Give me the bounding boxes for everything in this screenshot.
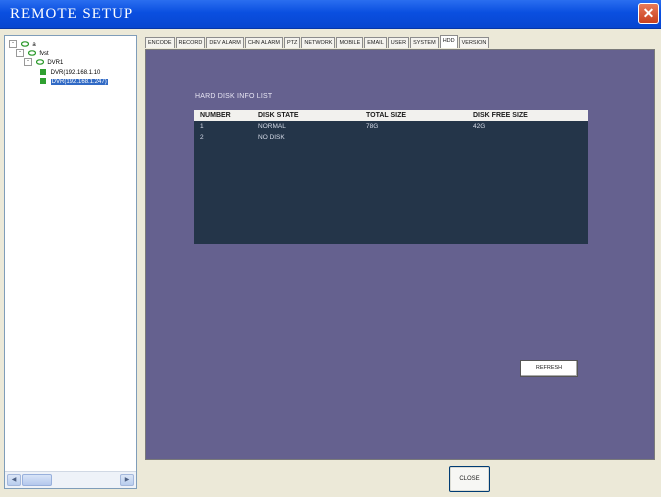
tree-node-label: DVR(192.168.1.247) (50, 79, 108, 85)
hdd-info-table: NUMBER DISK STATE TOTAL SIZE DISK FREE S… (194, 110, 588, 244)
table-row[interactable]: 1 NORMAL 78G 42G (194, 122, 588, 132)
column-header-total-size[interactable]: TOTAL SIZE (366, 110, 406, 121)
close-button[interactable]: CLOSE (449, 466, 490, 492)
scroll-right-icon[interactable]: ▶ (120, 474, 134, 486)
cell-disk-state: NORMAL (258, 123, 286, 130)
cell-number: 1 (200, 123, 204, 130)
tab-chn-alarm[interactable]: CHN ALARM (244, 37, 283, 48)
collapse-icon[interactable]: - (16, 49, 24, 58)
column-header-disk-state[interactable]: DISK STATE (258, 110, 299, 121)
cell-disk-free-size: 42G (473, 123, 486, 130)
tree-node-dvr-192-168-1-247[interactable]: DVR(192.168.1.247) (40, 77, 108, 87)
tree-node-dvr1[interactable]: - DVR1 (24, 58, 63, 68)
column-header-number[interactable]: NUMBER (200, 110, 231, 121)
tab-encode[interactable]: ENCODE (145, 37, 175, 48)
tab-network[interactable]: NETWORK (301, 37, 336, 48)
scroll-thumb[interactable] (22, 474, 52, 486)
group-node-icon (20, 41, 29, 48)
tab-system[interactable]: SYSTEM (410, 37, 439, 48)
tree-node-label: DVR(192.168.1.10 (50, 70, 101, 76)
tab-version[interactable]: VERSION (458, 37, 490, 48)
cell-total-size: 78G (366, 123, 379, 130)
table-row[interactable]: 2 NO DISK (194, 133, 588, 143)
group-node-icon (27, 50, 36, 57)
tab-dev-alarm[interactable]: DEV ALARM (206, 37, 244, 48)
group-node-icon (35, 59, 44, 66)
tab-ptz[interactable]: PTZ (283, 37, 301, 48)
refresh-button[interactable]: REFRESH (520, 360, 578, 377)
tree-horizontal-scrollbar[interactable]: ◀ ▶ (5, 471, 136, 488)
tab-record[interactable]: RECORD (175, 37, 206, 48)
window-close-icon[interactable]: ✕ (638, 3, 659, 24)
cell-disk-state: NO DISK (258, 134, 285, 141)
title-bar: REMOTE SETUP ✕ (0, 0, 661, 29)
tab-email[interactable]: EMAIL (364, 37, 387, 48)
hdd-panel: HARD DISK INFO LIST NUMBER DISK STATE TO… (145, 49, 655, 460)
dvr-device-icon (40, 78, 46, 85)
cell-number: 2 (200, 134, 204, 141)
table-header: NUMBER DISK STATE TOTAL SIZE DISK FREE S… (194, 110, 588, 121)
dvr-device-icon (40, 69, 46, 76)
tree-node-label: DVR1 (47, 60, 64, 66)
collapse-icon[interactable]: - (9, 40, 17, 49)
settings-tabs: ENCODE RECORD DEV ALARM CHN ALARM PTZ NE… (145, 35, 490, 49)
tab-mobile[interactable]: MOBILE (336, 37, 364, 48)
window-title: REMOTE SETUP (10, 6, 134, 22)
tree-node-label: a (32, 42, 36, 48)
scroll-left-icon[interactable]: ◀ (7, 474, 21, 486)
tree-node-label: fvst (39, 51, 49, 57)
tab-user[interactable]: USER (387, 37, 410, 48)
hdd-section-title: HARD DISK INFO LIST (195, 93, 273, 100)
column-header-disk-free-size[interactable]: DISK FREE SIZE (473, 110, 528, 121)
tab-hdd[interactable]: HDD (439, 35, 458, 48)
collapse-icon[interactable]: - (24, 58, 32, 67)
device-tree: - a - fvst - DVR1 DVR(192.168.1.10 DVR(1… (4, 35, 137, 489)
